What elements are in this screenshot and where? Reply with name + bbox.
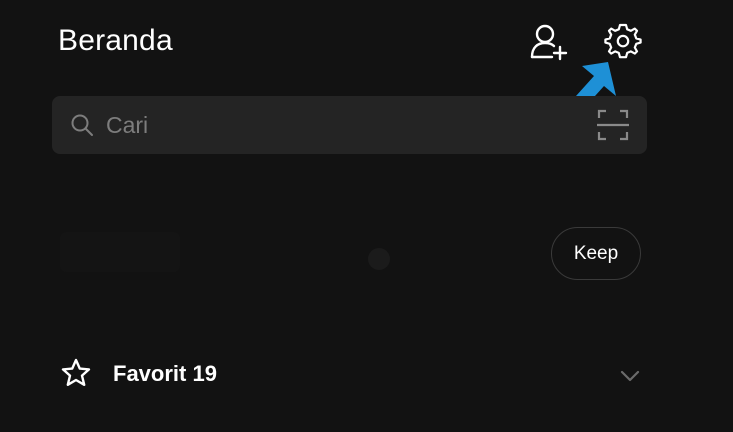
star-icon bbox=[61, 358, 91, 386]
page-title: Beranda bbox=[58, 24, 173, 57]
keep-button[interactable]: Keep bbox=[551, 227, 641, 280]
home-screen: Beranda Cari Keep Favorit 19 bbox=[0, 0, 733, 432]
scan-icon[interactable] bbox=[597, 109, 629, 141]
search-icon bbox=[71, 114, 93, 136]
banner-decoration bbox=[368, 248, 390, 270]
favorites-label: Favorit 19 bbox=[113, 361, 217, 386]
favorites-section-header[interactable]: Favorit 19 bbox=[52, 348, 652, 400]
search-input[interactable]: Cari bbox=[106, 112, 148, 139]
banner-placeholder bbox=[60, 232, 180, 272]
search-bar[interactable]: Cari bbox=[52, 96, 647, 154]
chevron-down-icon[interactable] bbox=[618, 364, 642, 388]
